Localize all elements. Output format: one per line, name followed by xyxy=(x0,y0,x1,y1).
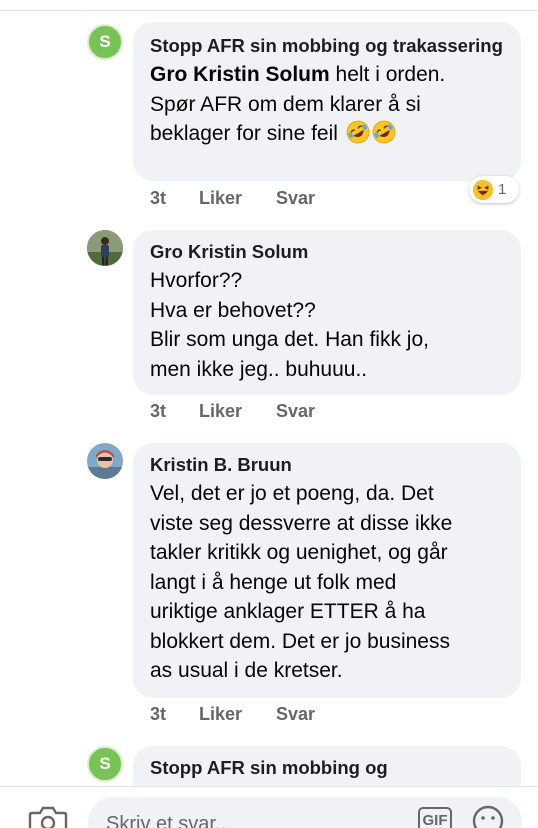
comment-author[interactable]: Stopp AFR sin mobbing og trakassering xyxy=(150,34,507,57)
comment-text-line: men ikke jeg.. buhuuu.. xyxy=(150,357,368,381)
like-button[interactable]: Liker xyxy=(199,401,276,422)
emoji-picker-icon[interactable] xyxy=(472,805,504,828)
comment-time[interactable]: 3t xyxy=(150,401,199,422)
avatar-photo-icon xyxy=(87,230,123,266)
comment-actions: 3t Liker Svar xyxy=(150,704,315,725)
comment-text-line: Vel, det er jo et poeng, da. Det xyxy=(150,482,434,505)
camera-icon[interactable] xyxy=(28,805,68,828)
comment-time[interactable]: 3t xyxy=(150,188,199,209)
comment-text: Gro Kristin Solum helt i orden. Spør AFR… xyxy=(150,60,507,149)
comment-time[interactable]: 3t xyxy=(150,704,199,725)
avatar[interactable]: S xyxy=(87,24,123,60)
comment-text-line: beklager for sine feil xyxy=(150,122,338,145)
reply-composer: Skriv et svar... GIF xyxy=(0,786,538,828)
comment-text-line: blokkert dem. Det er jo business xyxy=(150,629,450,653)
comment-text-line: takler kritikk og uenighet, og går xyxy=(150,541,448,564)
avatar[interactable]: S xyxy=(87,746,123,782)
avatar[interactable] xyxy=(87,443,123,479)
comment-text: Hvorfor?? Hva er behovet?? Blir som unga… xyxy=(150,266,507,384)
reply-button[interactable]: Svar xyxy=(276,704,315,725)
comment-author[interactable]: Kristin B. Bruun xyxy=(150,453,507,476)
comment-text-line: Blir som unga det. Han fikk jo, xyxy=(150,328,429,351)
comment-text-line: Hva er behovet?? xyxy=(150,298,316,322)
avatar-letter: S xyxy=(99,32,111,51)
rofl-emoji-icon xyxy=(372,120,396,144)
comment-text-line: Hvorfor?? xyxy=(150,269,243,292)
reply-button[interactable]: Svar xyxy=(276,401,315,422)
reaction-count: 1 xyxy=(498,181,507,198)
like-button[interactable]: Liker xyxy=(199,188,276,209)
avatar[interactable] xyxy=(87,230,123,266)
comment-text-line: uriktige anklager ETTER å ha xyxy=(150,600,426,623)
reply-input[interactable]: Skriv et svar... xyxy=(88,797,522,828)
comment-bubble: Gro Kristin Solum Hvorfor?? Hva er behov… xyxy=(133,230,521,395)
comment-bubble: Kristin B. Bruun Vel, det er jo et poeng… xyxy=(133,443,521,698)
mention-link[interactable]: Gro Kristin Solum xyxy=(150,63,330,86)
comment-text-line: langt i å henge ut folk med xyxy=(150,570,397,594)
comment-author[interactable]: Stopp AFR sin mobbing og xyxy=(150,756,507,779)
reply-input-placeholder: Skriv et svar... xyxy=(106,813,232,828)
avatar-photo-icon xyxy=(87,443,123,479)
comment-actions: 3t Liker Svar xyxy=(150,401,315,422)
comment-actions: 3t Liker Svar xyxy=(150,188,315,209)
top-divider xyxy=(0,10,538,11)
like-button[interactable]: Liker xyxy=(199,704,276,725)
avatar-letter: S xyxy=(99,754,111,773)
comment-text-line: Spør AFR om dem klarer å si xyxy=(150,92,421,116)
comment-author[interactable]: Gro Kristin Solum xyxy=(150,240,507,263)
reaction-summary[interactable]: 1 xyxy=(469,176,519,203)
comment-text-line: as usual i de kretser. xyxy=(150,659,343,682)
comment-text-part: helt i orden. xyxy=(329,63,446,86)
comment-bubble: Stopp AFR sin mobbing og trakassering Gr… xyxy=(133,22,521,181)
comment-text-line: viste seg dessverre at disse ikke xyxy=(150,511,453,535)
comment-text: Vel, det er jo et poeng, da. Det viste s… xyxy=(150,479,507,686)
gif-button[interactable]: GIF xyxy=(418,807,452,828)
rofl-emoji-icon xyxy=(346,120,370,144)
haha-reaction-icon xyxy=(472,179,494,200)
reply-button[interactable]: Svar xyxy=(276,188,315,209)
